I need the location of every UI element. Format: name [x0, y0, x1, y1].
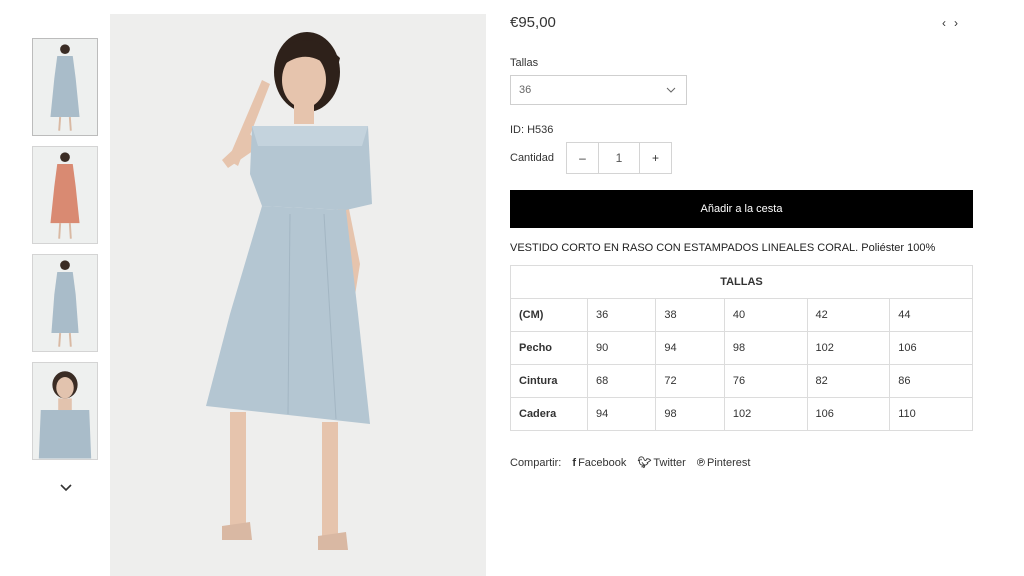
- share-facebook-link[interactable]: f Facebook: [572, 457, 626, 469]
- share-pinterest-link[interactable]: ℗ Pinterest: [697, 457, 751, 469]
- table-cell: 76: [723, 364, 808, 398]
- quantity-stepper: – 1 +: [566, 142, 672, 174]
- product-pager: ‹ ›: [938, 16, 962, 30]
- size-select[interactable]: 36: [510, 75, 687, 105]
- thumbnail-4[interactable]: [32, 362, 98, 460]
- quantity-input[interactable]: 1: [598, 143, 640, 173]
- size-select-value: 36: [519, 84, 532, 96]
- main-product-image: [110, 14, 486, 576]
- product-description: VESTIDO CORTO EN RASO CON ESTAMPADOS LIN…: [510, 242, 936, 254]
- sizes-label: Tallas: [510, 57, 539, 69]
- pinterest-label: Pinterest: [707, 457, 751, 469]
- quantity-decrease-button[interactable]: –: [567, 143, 598, 173]
- twitter-label: Twitter: [653, 457, 686, 469]
- table-cell: 106: [889, 331, 973, 365]
- table-cell: 42: [806, 298, 891, 332]
- table-cell: 82: [806, 364, 891, 398]
- table-cell: (CM): [510, 298, 588, 332]
- size-chart-title-row: TALLAS: [510, 265, 973, 299]
- chevron-down-icon: [666, 87, 676, 93]
- table-cell: 102: [806, 331, 891, 365]
- thumbnail-strip: [32, 38, 100, 470]
- thumbnail-2-image: [50, 152, 80, 239]
- quantity-label: Cantidad: [510, 152, 555, 164]
- model-dress-illustration: [110, 14, 486, 576]
- share-bar: Compartir: f Facebook 🐦︎ Twitter ℗ Pinteres…: [510, 456, 750, 469]
- table-cell: 102: [723, 397, 808, 431]
- table-cell: 72: [655, 364, 725, 398]
- product-price: €95,00: [510, 14, 556, 31]
- thumbnail-1-image: [50, 44, 80, 131]
- facebook-icon: f: [572, 457, 577, 469]
- table-cell: 40: [723, 298, 808, 332]
- thumbnail-3[interactable]: [32, 254, 98, 352]
- chevron-down-icon[interactable]: [58, 480, 74, 494]
- table-cell: 110: [889, 397, 973, 431]
- table-row: Cintura 68 72 76 82 86: [510, 364, 973, 398]
- table-cell: 38: [655, 298, 725, 332]
- facebook-label: Facebook: [578, 457, 627, 469]
- twitter-icon: 🐦︎: [637, 457, 652, 469]
- share-twitter-link[interactable]: 🐦︎ Twitter: [637, 457, 685, 469]
- table-cell: 98: [723, 331, 808, 365]
- prev-product-icon[interactable]: ‹: [938, 16, 950, 30]
- table-cell: Cintura: [510, 364, 588, 398]
- thumbnail-1[interactable]: [32, 38, 98, 136]
- table-cell: Pecho: [510, 331, 588, 365]
- table-cell: Cadera: [510, 397, 588, 431]
- thumbnail-4-image: [38, 371, 92, 459]
- table-cell: 44: [889, 298, 973, 332]
- table-cell: 36: [586, 298, 657, 332]
- table-row: Pecho 90 94 98 102 106: [510, 331, 973, 365]
- share-label: Compartir:: [510, 457, 562, 469]
- table-cell: 68: [586, 364, 657, 398]
- size-chart-table: TALLAS (CM) 36 38 40 42 44 Pecho 90 94 9…: [510, 265, 973, 431]
- table-row: Cadera 94 98 102 106 110: [510, 397, 973, 431]
- table-cell: 98: [655, 397, 725, 431]
- table-cell: 106: [806, 397, 891, 431]
- quantity-increase-button[interactable]: +: [640, 143, 671, 173]
- table-cell: 94: [655, 331, 725, 365]
- next-product-icon[interactable]: ›: [950, 16, 962, 30]
- table-row: (CM) 36 38 40 42 44: [510, 298, 973, 332]
- product-id: ID: H536: [510, 124, 554, 136]
- table-cell: 94: [586, 397, 657, 431]
- table-cell: 90: [586, 331, 657, 365]
- table-cell: 86: [889, 364, 973, 398]
- add-to-cart-button[interactable]: Añadir a la cesta: [510, 190, 973, 228]
- thumbnail-3-image: [51, 260, 79, 347]
- thumbnail-2[interactable]: [32, 146, 98, 244]
- pinterest-icon: ℗: [696, 457, 705, 469]
- size-chart-title: TALLAS: [510, 265, 973, 299]
